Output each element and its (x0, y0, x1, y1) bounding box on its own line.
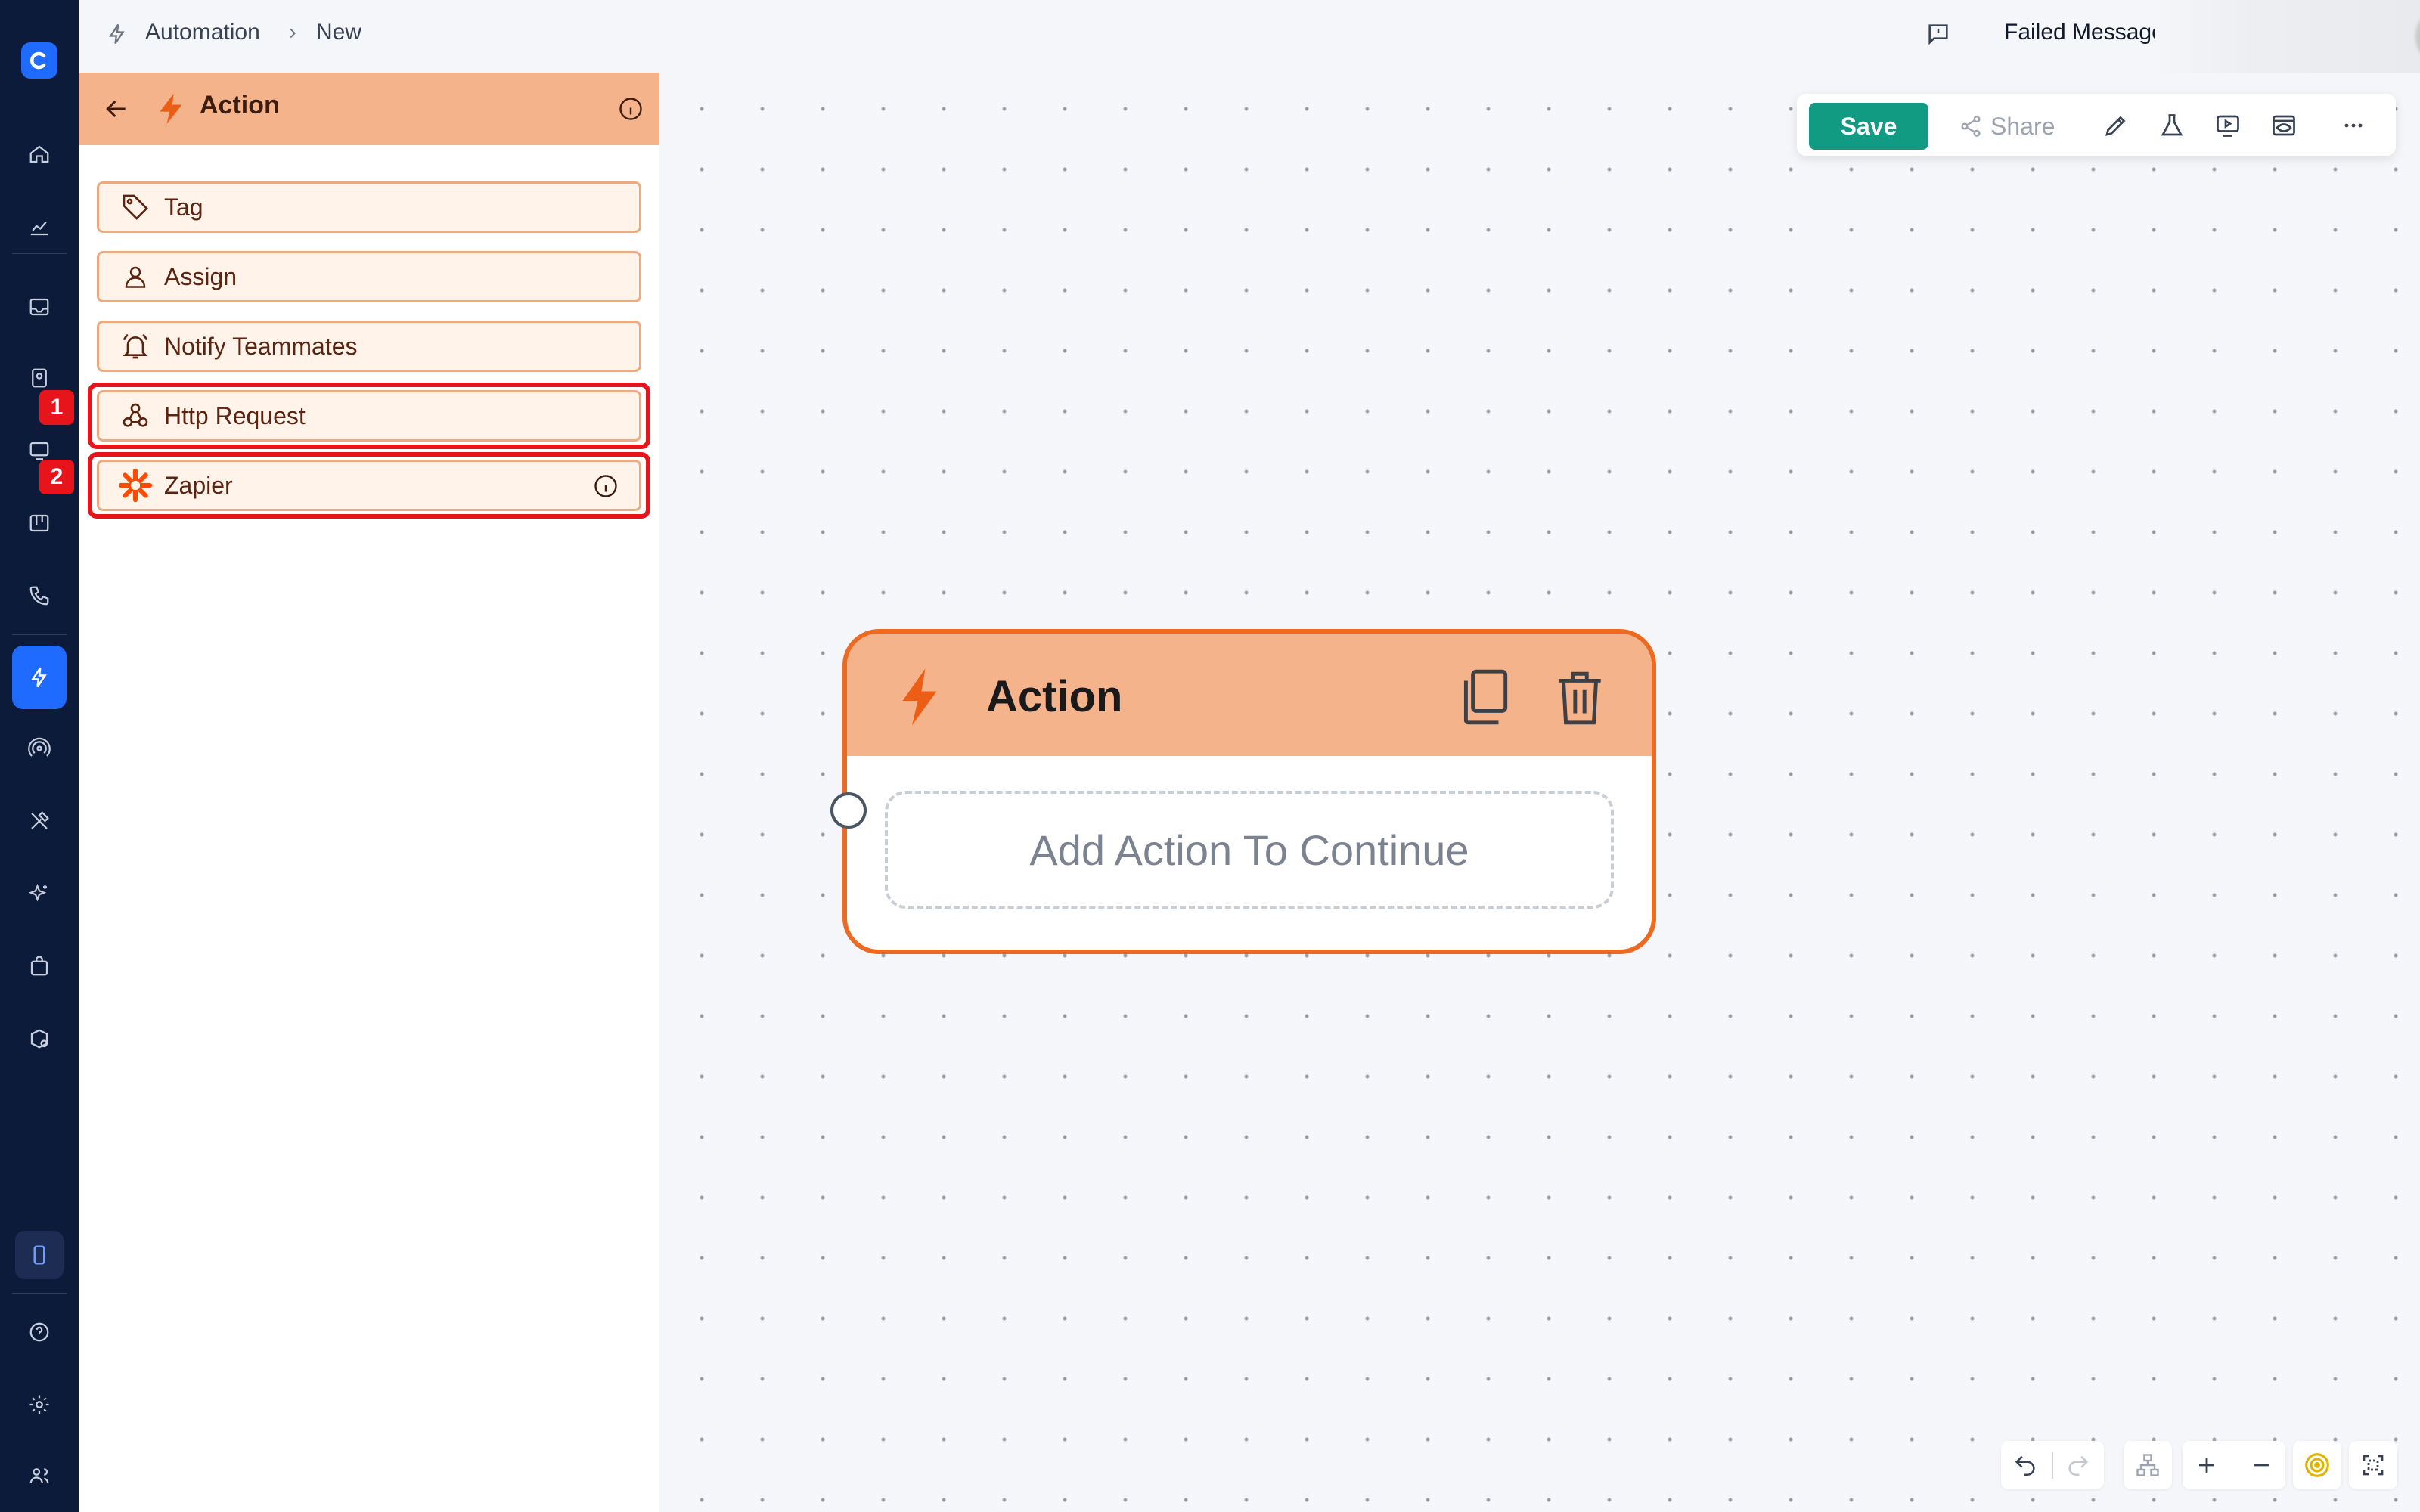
action-item-label: Assign (164, 262, 237, 290)
action-item-label: Notify Teammates (164, 332, 358, 360)
share-label: Share (1990, 112, 2055, 140)
app-logo[interactable] (21, 42, 57, 79)
action-item-notify-teammates[interactable]: Notify Teammates (97, 321, 641, 372)
bolt-icon (106, 21, 129, 47)
layout-tree-icon (2136, 1454, 2159, 1476)
channels-nav-icon[interactable] (23, 732, 56, 765)
automation-nav-icon[interactable] (12, 646, 67, 709)
breadcrumb-current: New (316, 20, 362, 45)
tag-icon (117, 189, 154, 225)
target-icon (2305, 1453, 2329, 1477)
undo-icon[interactable] (2009, 1448, 2042, 1482)
redo-icon[interactable] (2062, 1448, 2095, 1482)
board-nav-icon[interactable] (23, 507, 56, 540)
inbox-nav-icon[interactable] (23, 290, 56, 324)
fit-screen-icon (2363, 1455, 2384, 1476)
action-panel: Action Tag Assign Notify Teammates Http … (79, 73, 659, 1512)
action-node[interactable]: Action Add Action To Continue (842, 629, 1656, 954)
auto-layout-button[interactable] (2124, 1441, 2172, 1489)
trash-icon[interactable] (1552, 667, 1608, 727)
top-bar: Automation New Failed Messages (79, 0, 2420, 73)
action-item-tag[interactable]: Tag (97, 181, 641, 233)
highlight-box-2 (88, 452, 650, 519)
message-alert-icon (1925, 21, 1951, 47)
highlight-box-1 (88, 383, 650, 449)
copy-icon[interactable] (1457, 667, 1512, 727)
chevron-right-icon (284, 24, 301, 42)
calls-nav-icon[interactable] (23, 579, 56, 612)
share-icon (1961, 116, 1981, 137)
team-nav-icon[interactable] (23, 1459, 56, 1492)
failed-messages-link[interactable]: Failed Messages (2004, 20, 2155, 45)
action-item-label: Tag (164, 193, 203, 221)
tools-nav-icon[interactable] (23, 804, 56, 838)
editor-toolbar: Save Share (1797, 94, 2396, 156)
edit-icon[interactable] (2099, 109, 2133, 142)
test-flask-icon[interactable] (2155, 109, 2189, 142)
panel-title: Action (200, 91, 280, 119)
device-nav-icon[interactable] (15, 1231, 64, 1279)
bolt-icon (897, 667, 942, 727)
more-options-icon[interactable] (2337, 109, 2370, 142)
save-button[interactable]: Save (1809, 103, 1928, 150)
ai-nav-icon[interactable] (23, 877, 56, 910)
step-badge-1: 1 (39, 390, 74, 425)
step-badge-2: 2 (39, 460, 74, 494)
zoom-out-icon[interactable] (2245, 1448, 2278, 1482)
blurred-header-area (2151, 0, 2420, 73)
zoom-in-icon[interactable] (2190, 1448, 2223, 1482)
integrations-nav-icon[interactable] (23, 1022, 56, 1055)
fit-view-button[interactable] (2349, 1441, 2397, 1489)
zoom-controls (2183, 1441, 2285, 1489)
commerce-nav-icon[interactable] (23, 950, 56, 983)
view-eye-icon[interactable] (2267, 109, 2301, 142)
back-arrow-icon[interactable] (101, 94, 132, 124)
node-title: Action (986, 672, 1123, 721)
logo-icon (30, 51, 46, 70)
share-button[interactable]: Share (1959, 103, 2055, 150)
reports-nav-icon[interactable] (23, 210, 56, 243)
node-input-port[interactable] (830, 792, 867, 829)
add-action-placeholder[interactable]: Add Action To Continue (885, 791, 1614, 909)
preview-play-icon[interactable] (2211, 109, 2245, 142)
bolt-icon (154, 91, 188, 127)
help-nav-icon[interactable] (23, 1315, 56, 1349)
settings-nav-icon[interactable] (23, 1388, 56, 1421)
info-icon[interactable] (617, 95, 644, 122)
breadcrumb-automation[interactable]: Automation (145, 20, 260, 45)
rail-divider (12, 634, 67, 635)
bell-icon (117, 328, 154, 364)
panel-header: Action (79, 73, 659, 145)
user-icon (117, 259, 154, 295)
rail-divider (12, 1293, 67, 1294)
history-controls (2001, 1441, 2104, 1489)
home-nav-icon[interactable] (23, 138, 56, 171)
divider (2052, 1452, 2053, 1479)
node-header: Action (847, 634, 1652, 756)
rail-divider (12, 253, 67, 254)
action-item-assign[interactable]: Assign (97, 251, 641, 302)
focus-button[interactable] (2293, 1441, 2341, 1489)
left-nav-rail: 1 2 (0, 0, 79, 1512)
